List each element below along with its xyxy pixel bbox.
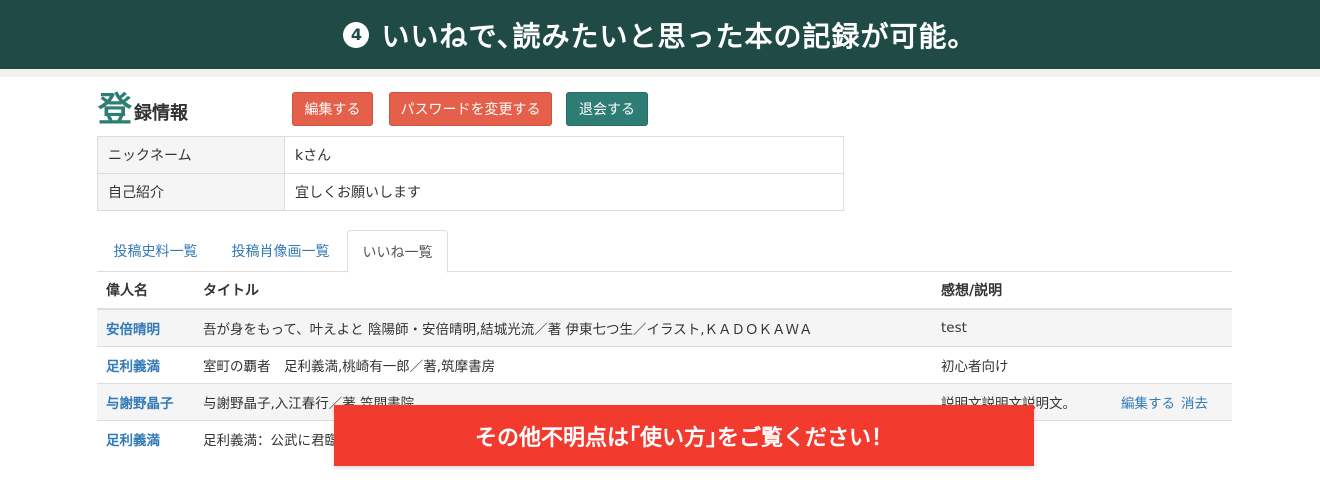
withdraw-button[interactable]: 退会する: [566, 92, 648, 126]
column-header-person: 偉人名: [97, 272, 194, 310]
tab-posted-documents[interactable]: 投稿史料一覧: [97, 230, 214, 272]
edit-like-link[interactable]: 編集する: [1121, 396, 1175, 412]
help-notice-banner: その他不明点は｢使い方｣をご覧ください！: [334, 405, 1034, 466]
feature-banner: 4 いいねで､読みたいと思った本の記録が可能。: [0, 0, 1320, 69]
likes-table-header: 偉人名 タイトル 感想/説明: [97, 272, 1232, 310]
person-link[interactable]: 与謝野晶子: [97, 382, 194, 420]
person-link[interactable]: 足利義満: [97, 419, 194, 457]
registration-heading: 登 録情報: [98, 88, 188, 128]
person-link[interactable]: 足利義満: [97, 345, 194, 383]
tab-likes[interactable]: いいね一覧: [347, 230, 448, 273]
table-row: 足利義満 室町の覇者 足利義満,桃崎有一郎／著,筑摩書房 初心者向け: [97, 345, 1232, 383]
profile-row-bio: 自己紹介 宜しくお願いします: [97, 173, 844, 211]
book-title: 吾が身をもって、叶えよと 陰陽師・安倍晴明,結城光流／著 伊東七つ生／イラスト,…: [194, 308, 932, 346]
profile-value: 宜しくお願いします: [284, 173, 844, 211]
banner-title: いいねで､読みたいと思った本の記録が可能。: [381, 19, 977, 53]
book-title: 室町の覇者 足利義満,桃崎有一郎／著,筑摩書房: [194, 345, 932, 383]
column-header-title: タイトル: [194, 272, 932, 310]
tab-posted-portraits[interactable]: 投稿肖像画一覧: [217, 230, 344, 272]
row-actions: [1112, 345, 1232, 383]
row-actions: [1112, 308, 1232, 346]
impression-text: 初心者向け: [932, 345, 1112, 383]
profile-row-nickname: ニックネーム kさん: [97, 136, 844, 174]
column-header-impression: 感想/説明: [932, 272, 1112, 310]
impression-text: test: [932, 308, 1112, 346]
edit-profile-button[interactable]: 編集する: [292, 92, 373, 126]
profile-table: ニックネーム kさん 自己紹介 宜しくお願いします: [97, 136, 844, 211]
change-password-button[interactable]: パスワードを変更する: [389, 92, 552, 126]
profile-key: 自己紹介: [97, 173, 285, 211]
step-number-badge: 4: [343, 21, 370, 48]
profile-value: kさん: [284, 136, 844, 174]
heading-rest: 録情報: [134, 103, 188, 124]
delete-like-link[interactable]: 消去: [1181, 396, 1208, 412]
row-actions: 編集する 消去: [1112, 382, 1232, 420]
heading-initial: 登: [98, 90, 132, 130]
banner-divider: [0, 69, 1320, 77]
column-header-actions: [1112, 272, 1232, 310]
person-link[interactable]: 安倍晴明: [97, 308, 194, 346]
list-tabs: 投稿史料一覧 投稿肖像画一覧 いいね一覧: [97, 230, 1232, 273]
row-actions: [1112, 419, 1232, 457]
table-row: 安倍晴明 吾が身をもって、叶えよと 陰陽師・安倍晴明,結城光流／著 伊東七つ生／…: [97, 308, 1232, 346]
profile-key: ニックネーム: [97, 136, 285, 174]
